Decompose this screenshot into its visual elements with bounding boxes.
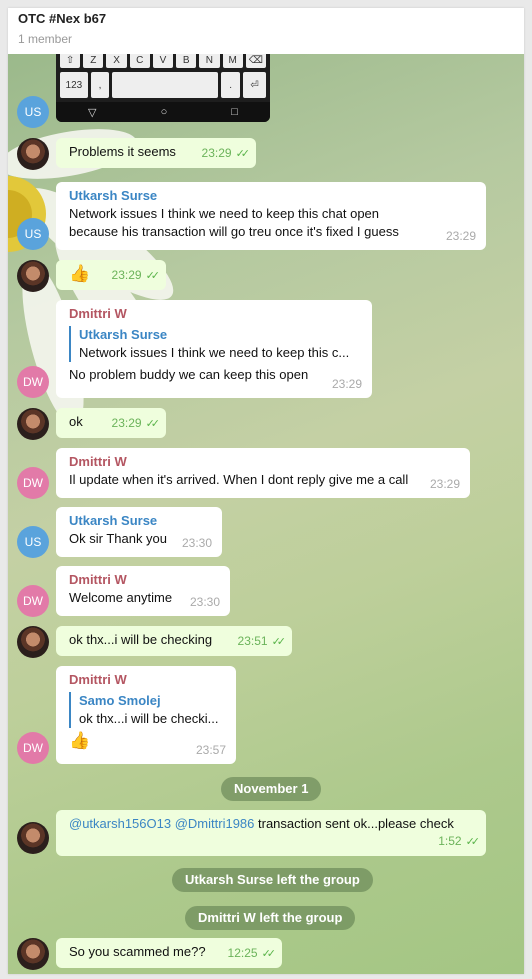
chat-title: OTC #Nex b67 [18,11,107,26]
message-bubble[interactable]: Dmittri W Welcome anytime 23:30 [56,566,230,616]
avatar[interactable] [17,938,49,970]
chat-window: OTC #Nex b67 1 member ⇧ Z X C V B N M ⌫ … [8,8,524,974]
nav-back-icon: ▽ [88,106,97,119]
double-check-icon: ✓✓ [145,418,161,430]
message-bubble[interactable]: 👍 23:29 ✓✓ [56,260,166,290]
message-bubble[interactable]: @utkarsh156O13 @Dmittri1986 transaction … [56,810,486,856]
sender-name[interactable]: Utkarsh Surse [69,512,210,530]
message-time: 23:29 [201,146,232,160]
avatar[interactable]: DW [17,732,49,764]
double-check-icon: ✓✓ [465,836,481,848]
key: Z [83,54,104,68]
message-bubble[interactable]: Dmittri W Samo Smolej ok thx...i will be… [56,666,236,764]
chat-header[interactable]: OTC #Nex b67 1 member [8,8,524,54]
message-time: 23:51 [237,634,268,648]
message-text: ok [69,414,83,429]
avatar[interactable]: DW [17,467,49,499]
avatar[interactable] [17,626,49,658]
key-space [112,72,219,98]
message-time: 23:29 [429,477,460,491]
quote-sender: Samo Smolej [79,693,161,708]
message-bubble[interactable]: Problems it seems 23:29 ✓✓ [56,138,256,168]
avatar[interactable]: US [17,218,49,250]
backspace-icon: ⌫ [245,54,266,68]
message-area: ⇧ Z X C V B N M ⌫ 123 , . ⏎ ▽ ○ □ US Pro… [8,54,524,974]
message-bubble[interactable]: Utkarsh Surse Network issues I think we … [56,182,486,250]
nav-recents-icon: □ [231,106,238,118]
message-time: 23:57 [195,743,226,757]
nav-home-icon: ○ [160,106,168,118]
message-text: So you scammed me?? [69,944,206,959]
message-bubble[interactable]: Utkarsh Surse Ok sir Thank you 23:30 [56,507,222,557]
sender-name[interactable]: Dmittri W [69,453,458,471]
key: V [152,54,174,68]
sender-name[interactable]: Dmittri W [69,671,224,689]
message-time: 1:52 [438,834,462,848]
double-check-icon: ✓✓ [261,948,277,960]
key-enter-icon: ⏎ [242,72,266,98]
message-bubble[interactable]: Dmittri W Utkarsh Surse Network issues I… [56,300,372,398]
message-bubble[interactable]: Dmittri W Il update when it's arrived. W… [56,448,470,498]
avatar[interactable] [17,260,49,292]
message-text: No problem buddy we can keep this open [69,367,309,382]
reply-quote[interactable]: Utkarsh Surse Network issues I think we … [69,326,360,362]
message-text: Problems it seems [69,144,176,159]
service-message: Dmittri W left the group [185,906,356,930]
android-nav-bar: ▽ ○ □ [56,102,270,122]
avatar[interactable]: DW [17,585,49,617]
quote-sender: Utkarsh Surse [79,327,168,342]
avatar[interactable]: US [17,526,49,558]
message-time: 23:29 [111,416,142,430]
message-bubble[interactable]: ok 23:29 ✓✓ [56,408,166,438]
double-check-icon: ✓✓ [235,148,251,160]
reply-quote[interactable]: Samo Smolej ok thx...i will be checki... [69,692,224,728]
key-shift: ⇧ [60,54,81,68]
member-count: 1 member [18,32,73,46]
avatar[interactable] [17,408,49,440]
avatar[interactable]: US [17,96,49,128]
key-comma: , [90,72,110,98]
thumbs-up-icon: 👍 [69,731,91,750]
mention-link[interactable]: @utkarsh156O13 [69,816,171,831]
sender-name[interactable]: Utkarsh Surse [69,187,474,205]
mention-link[interactable]: @Dmittri1986 [175,816,255,831]
message-time: 23:29 [331,377,362,391]
avatar[interactable] [17,822,49,854]
key-123: 123 [60,72,88,98]
key: M [222,54,243,68]
key: N [199,54,220,68]
message-bubble[interactable]: ok thx...i will be checking 23:51 ✓✓ [56,626,292,656]
key-period: . [221,72,240,98]
date-divider: November 1 [221,777,322,801]
embedded-keyboard-screenshot: ⇧ Z X C V B N M ⌫ 123 , . ⏎ ▽ ○ □ [56,54,270,122]
key: B [176,54,197,68]
key: X [106,54,127,68]
avatar[interactable] [17,138,49,170]
quote-text: Network issues I think we need to keep t… [79,345,350,360]
message-time: 23:29 [445,229,476,243]
message-text: ok thx...i will be checking [69,632,213,647]
thumbs-up-icon: 👍 [69,264,91,283]
message-bubble[interactable]: So you scammed me?? 12:25 ✓✓ [56,938,282,968]
sender-name[interactable]: Dmittri W [69,571,218,589]
message-text: transaction sent ok...please check [254,816,454,831]
double-check-icon: ✓✓ [271,636,287,648]
message-time: 23:30 [189,595,220,609]
avatar[interactable]: DW [17,366,49,398]
double-check-icon: ✓✓ [145,270,161,282]
message-text: Network issues I think we need to keep t… [69,206,399,239]
message-time: 23:30 [181,536,212,550]
quote-text: ok thx...i will be checki... [79,711,219,726]
service-message: Utkarsh Surse left the group [172,868,373,892]
key: C [129,54,150,68]
message-time: 12:25 [227,946,258,960]
message-text: Il update when it's arrived. When I dont… [69,472,409,487]
message-time: 23:29 [111,268,142,282]
sender-name[interactable]: Dmittri W [69,305,360,323]
